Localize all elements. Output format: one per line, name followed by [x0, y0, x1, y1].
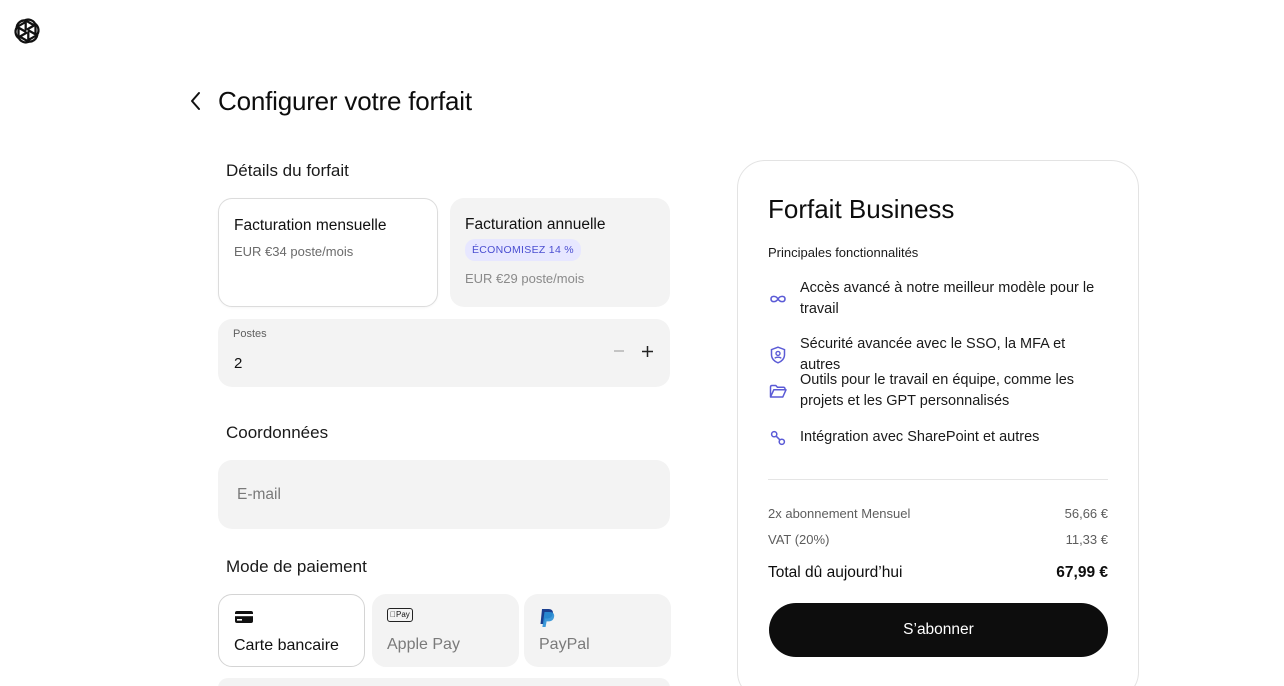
line-item-amount: 56,66 €: [1064, 506, 1108, 521]
seats-value[interactable]: 2: [234, 355, 242, 372]
plan-summary-card: Forfait Business Principales fonctionnal…: [737, 160, 1139, 686]
savings-badge: ÉCONOMISEZ 14 %: [465, 239, 581, 261]
line-item: 2x abonnement Mensuel 56,66 €: [768, 506, 1108, 521]
total-line: Total dû aujourd’hui 67,99 €: [768, 564, 1108, 582]
link-icon: [768, 428, 788, 448]
paypal-icon: [539, 608, 656, 628]
payment-method-paypal[interactable]: PayPal: [524, 594, 671, 667]
increment-seats-button[interactable]: [639, 343, 655, 359]
decrement-seats-button[interactable]: [611, 343, 627, 359]
seats-label: Postes: [233, 328, 267, 340]
feature-text: Outils pour le travail en équipe, comme …: [800, 372, 1075, 409]
payment-method-label: Carte bancaire: [234, 637, 339, 654]
divider: [768, 479, 1108, 480]
infinity-icon: [768, 289, 788, 309]
shield-user-icon: [768, 345, 788, 365]
email-field[interactable]: [218, 460, 670, 529]
line-item-label: VAT (20%): [768, 532, 830, 547]
total-amount: 67,99 €: [1056, 564, 1108, 581]
seats-field[interactable]: Postes 2: [218, 319, 670, 387]
subscribe-button[interactable]: S’abonner: [769, 603, 1108, 657]
chevron-left-icon: [191, 92, 200, 110]
credit-card-icon: [234, 609, 349, 629]
contact-heading: Coordonnées: [226, 423, 329, 442]
monthly-billing-option[interactable]: Facturation mensuelle EUR €34 poste/mois: [218, 198, 438, 307]
feature-text: Intégration avec SharePoint et autres: [800, 429, 1040, 445]
apple-pay-mark-text: Pay: [390, 610, 410, 619]
feature-item: Intégration avec SharePoint et autres: [768, 427, 1108, 448]
feature-item: Accès avancé à notre meilleur modèle pou…: [768, 278, 1108, 320]
folder-icon: [768, 381, 788, 401]
line-item-amount: 11,33 €: [1065, 532, 1108, 547]
monthly-billing-price: EUR €34 poste/mois: [234, 244, 354, 259]
next-field: [218, 678, 670, 686]
plan-details-heading: Détails du forfait: [226, 161, 349, 180]
seats-stepper: [611, 343, 655, 359]
feature-item: Outils pour le travail en équipe, comme …: [768, 370, 1108, 412]
plus-icon: [641, 345, 653, 357]
page-title: Configurer votre forfait: [218, 86, 472, 116]
apple-pay-icon: Pay: [387, 608, 504, 628]
payment-method-card[interactable]: Carte bancaire: [218, 594, 365, 667]
plan-title: Forfait Business: [768, 194, 955, 224]
annual-billing-title: Facturation annuelle: [465, 216, 606, 233]
payment-method-label: Apple Pay: [387, 636, 460, 653]
line-item-label: 2x abonnement Mensuel: [768, 506, 911, 521]
feature-text: Accès avancé à notre meilleur modèle pou…: [800, 280, 1095, 317]
payment-method-apple-pay[interactable]: Pay Apple Pay: [372, 594, 519, 667]
total-label: Total dû aujourd’hui: [768, 564, 903, 581]
features-heading: Principales fonctionnalités: [768, 245, 919, 260]
annual-billing-option[interactable]: Facturation annuelle ÉCONOMISEZ 14 % EUR…: [450, 198, 670, 307]
minus-icon: [614, 350, 624, 352]
annual-billing-price: EUR €29 poste/mois: [465, 271, 585, 286]
monthly-billing-title: Facturation mensuelle: [234, 217, 387, 234]
payment-method-label: PayPal: [539, 636, 590, 653]
payment-heading: Mode de paiement: [226, 557, 367, 576]
line-item: VAT (20%) 11,33 €: [768, 532, 1108, 547]
openai-logo[interactable]: [10, 14, 44, 48]
back-button[interactable]: [183, 86, 209, 116]
